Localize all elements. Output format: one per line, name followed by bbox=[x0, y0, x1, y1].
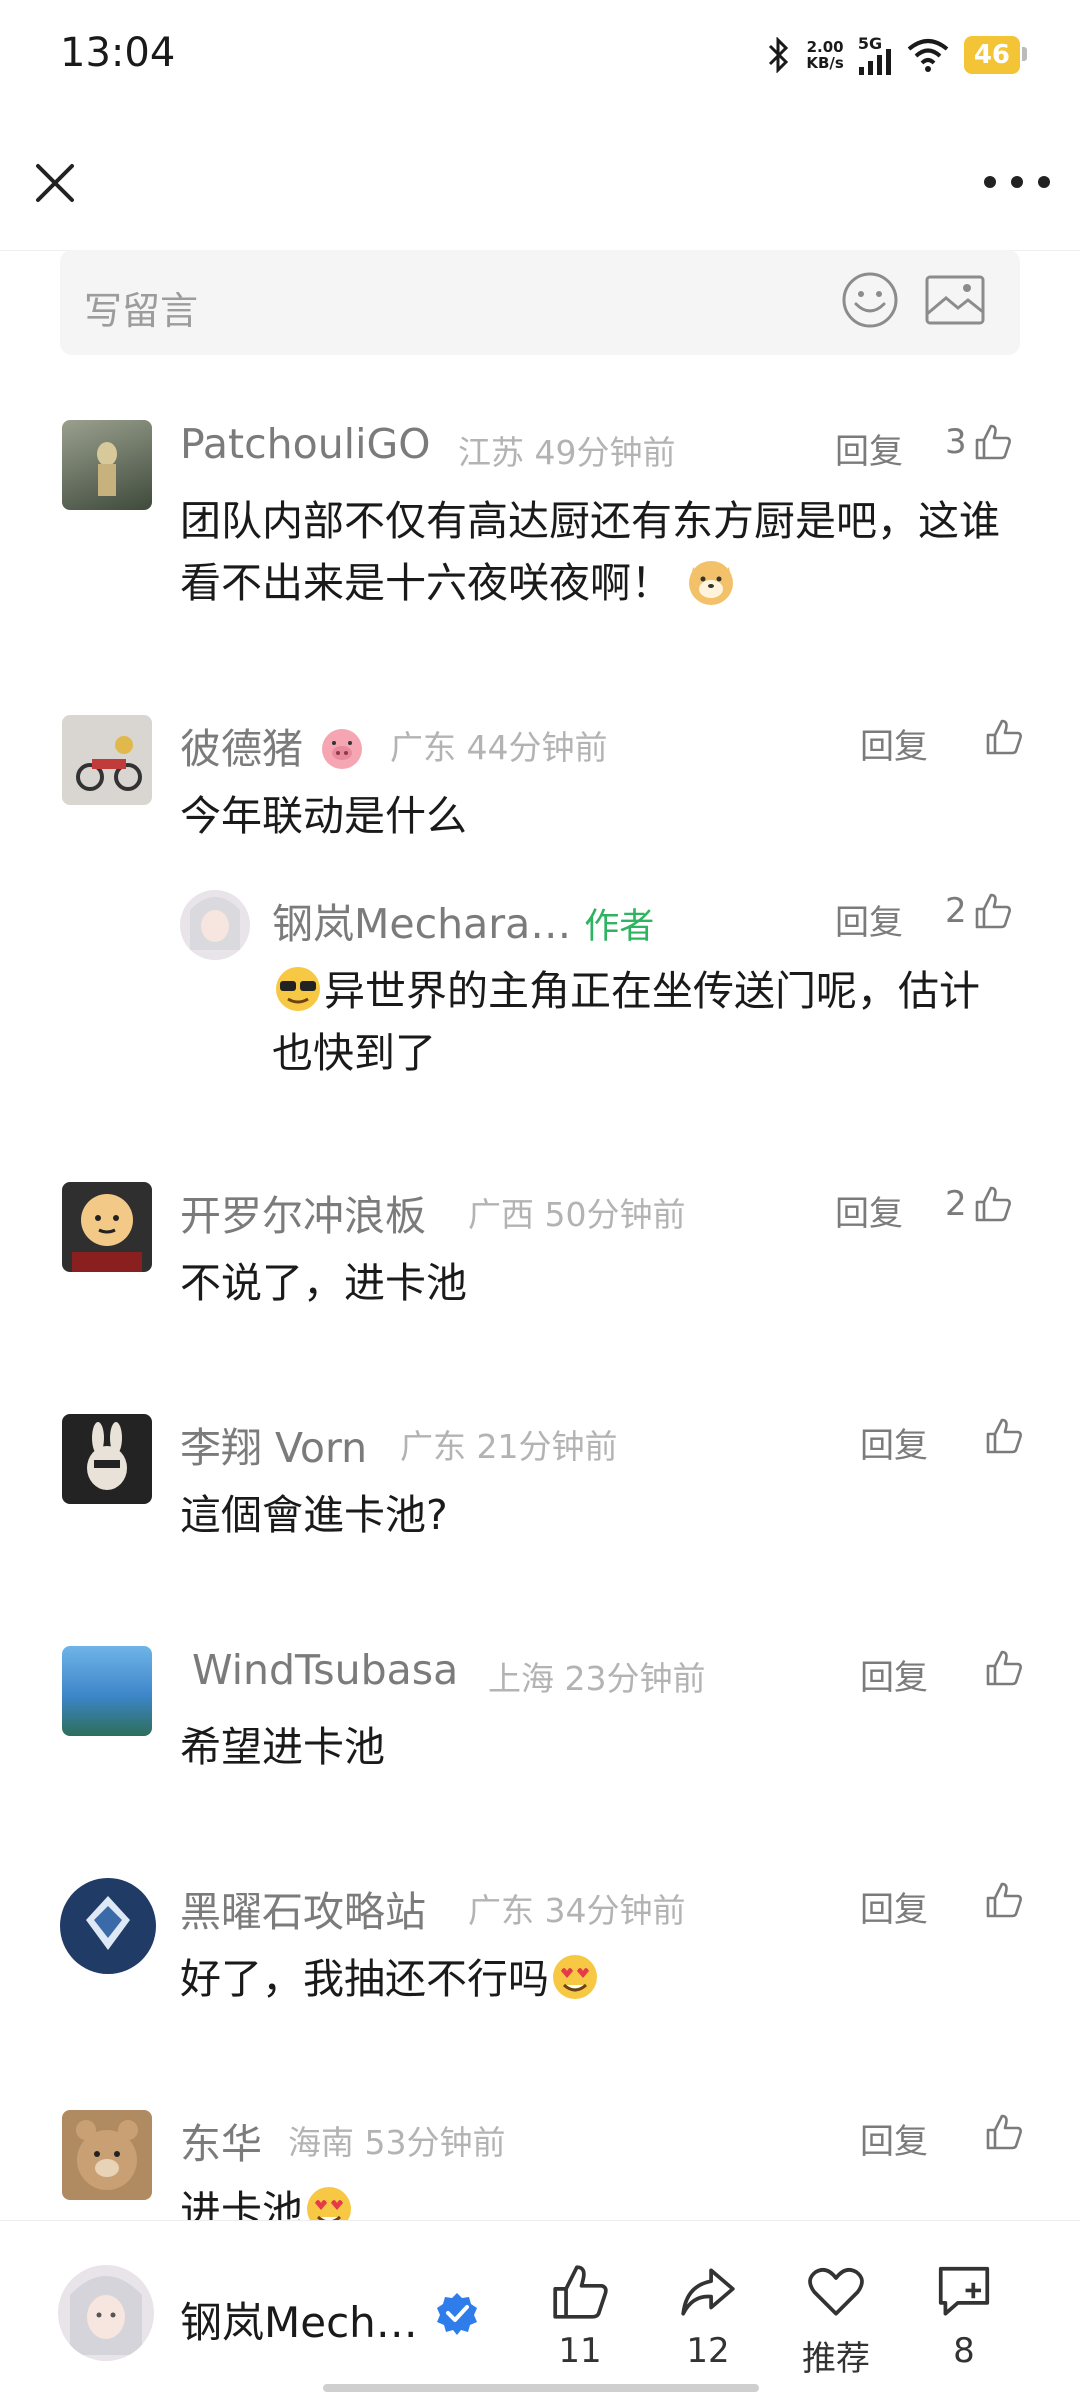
recommend-button[interactable]: 推荐 bbox=[786, 2261, 886, 2380]
like-button[interactable] bbox=[978, 717, 1024, 757]
comment-meta: 广西 50分钟前 bbox=[468, 1195, 686, 1234]
like-button[interactable] bbox=[978, 1648, 1024, 1688]
signal-icon bbox=[858, 49, 891, 75]
comment-count: 8 bbox=[953, 2331, 975, 2371]
thumb-up-icon bbox=[975, 1186, 1011, 1222]
commenter-name[interactable]: WindTsubasa bbox=[192, 1646, 458, 1694]
like-count: 11 bbox=[558, 2331, 602, 2371]
pig-emoji-icon bbox=[322, 729, 363, 769]
reply-button[interactable]: 回复 bbox=[860, 1650, 928, 1699]
reply-button[interactable]: 回复 bbox=[860, 719, 928, 768]
thumb-up-icon bbox=[975, 424, 1011, 460]
reply-name[interactable]: 钢岚Mechara… 作者 bbox=[272, 890, 654, 950]
reply-button[interactable]: 回复 bbox=[835, 895, 903, 944]
share-button[interactable]: 12 bbox=[658, 2261, 758, 2371]
status-bar: 13:04 2.00 KB/s 5G 46 bbox=[0, 0, 1080, 110]
like-button[interactable]: 2 bbox=[945, 891, 1013, 931]
share-count: 12 bbox=[686, 2331, 730, 2371]
emoji-icon[interactable] bbox=[840, 270, 900, 330]
like-count: 3 bbox=[945, 422, 967, 462]
reply-button[interactable]: 回复 bbox=[860, 1418, 928, 1467]
like-button[interactable] bbox=[978, 2112, 1024, 2152]
image-icon[interactable] bbox=[924, 274, 986, 326]
commenter-name[interactable]: 彼德猪 bbox=[180, 715, 368, 775]
like-count: 2 bbox=[945, 1184, 967, 1224]
author-tag: 作者 bbox=[584, 907, 655, 947]
avatar[interactable] bbox=[62, 1646, 152, 1736]
reply-text: 异世界的主角正在坐传送门呢，估计也快到了 bbox=[272, 960, 1012, 1084]
reply-button[interactable]: 回复 bbox=[835, 424, 903, 473]
comment-text: 好了，我抽还不行吗 bbox=[180, 1948, 1010, 2010]
top-nav bbox=[0, 110, 1080, 251]
like-button[interactable] bbox=[978, 1416, 1024, 1456]
comment-input[interactable]: 写留言 bbox=[60, 250, 1020, 355]
reply-button[interactable]: 回复 bbox=[860, 2114, 928, 2163]
comment-meta: 海南 53分钟前 bbox=[288, 2123, 506, 2162]
wifi-icon bbox=[907, 38, 949, 72]
home-indicator[interactable] bbox=[323, 2384, 759, 2392]
share-icon bbox=[681, 2268, 735, 2316]
like-button[interactable]: 3 bbox=[945, 422, 1013, 462]
avatar[interactable] bbox=[62, 1414, 152, 1504]
comment-meta: 上海 23分钟前 bbox=[488, 1659, 706, 1698]
verified-badge-icon bbox=[437, 2293, 477, 2335]
thumb-up-icon bbox=[986, 719, 1022, 755]
commenter-name[interactable]: 黑曜石攻略站 bbox=[180, 1878, 426, 1938]
thumb-up-icon bbox=[986, 1650, 1022, 1686]
comment-text: 不说了，进卡池 bbox=[180, 1259, 467, 1307]
thumb-up-icon bbox=[986, 1418, 1022, 1454]
avatar[interactable] bbox=[62, 1182, 152, 1272]
commenter-name[interactable]: PatchouliGO bbox=[180, 420, 431, 468]
more-icon[interactable] bbox=[984, 172, 1050, 192]
sunglasses-emoji-icon bbox=[276, 967, 320, 1011]
comment-button[interactable]: 8 bbox=[914, 2261, 1014, 2371]
thumb-up-icon bbox=[975, 893, 1011, 929]
reply-button[interactable]: 回复 bbox=[860, 1882, 928, 1931]
avatar[interactable] bbox=[62, 2110, 152, 2200]
commenter-name[interactable]: 开罗尔冲浪板 bbox=[180, 1182, 426, 1242]
comment-meta: 广东 21分钟前 bbox=[400, 1427, 618, 1466]
comment-meta: 广东 44分钟前 bbox=[390, 728, 608, 767]
heart-eyes-emoji-icon bbox=[553, 1955, 597, 1999]
commenter-name[interactable]: 李翔 Vorn bbox=[180, 1414, 367, 1474]
comment-placeholder: 写留言 bbox=[84, 289, 199, 333]
thumb-up-icon bbox=[986, 2114, 1022, 2150]
avatar[interactable] bbox=[62, 715, 152, 805]
like-count: 2 bbox=[945, 891, 967, 931]
status-time: 13:04 bbox=[60, 30, 176, 76]
thumb-up-icon bbox=[553, 2265, 608, 2319]
add-comment-icon bbox=[938, 2266, 990, 2316]
comment-text: 希望进卡池 bbox=[180, 1723, 385, 1771]
author-avatar[interactable] bbox=[58, 2265, 154, 2361]
comment-meta: 江苏 49分钟前 bbox=[458, 433, 676, 472]
like-button[interactable] bbox=[978, 1880, 1024, 1920]
recommend-label: 推荐 bbox=[802, 2339, 870, 2379]
avatar[interactable] bbox=[60, 1878, 156, 1974]
reply-button[interactable]: 回复 bbox=[835, 1186, 903, 1235]
avatar[interactable] bbox=[62, 420, 152, 510]
net-speed-value: 2.00 bbox=[806, 37, 844, 56]
battery-icon: 46 bbox=[963, 35, 1028, 74]
bottom-action-bar: 钢岚Mech… 11 12 推荐 8 bbox=[0, 2220, 1080, 2401]
author-name[interactable]: 钢岚Mech… bbox=[180, 2289, 418, 2350]
status-icons: 2.00 KB/s 5G 46 bbox=[766, 34, 1028, 75]
comment-text: 团队内部不仅有高达厨还有东方厨是吧，这谁看不出来是十六夜咲夜啊！ bbox=[180, 497, 1000, 607]
comment-text: 今年联动是什么 bbox=[180, 792, 467, 840]
heart-icon bbox=[808, 2267, 864, 2316]
commenter-name[interactable]: 东华 bbox=[180, 2110, 262, 2170]
bluetooth-icon bbox=[769, 36, 789, 73]
net-speed-unit: KB/s bbox=[806, 53, 844, 72]
close-icon[interactable] bbox=[30, 158, 80, 208]
comment-meta: 广东 34分钟前 bbox=[468, 1891, 686, 1930]
like-article-button[interactable]: 11 bbox=[530, 2261, 630, 2371]
like-button[interactable]: 2 bbox=[945, 1184, 1013, 1224]
doge-emoji-icon bbox=[689, 561, 734, 605]
net-speed: 2.00 KB/s bbox=[806, 39, 843, 71]
signal-block: 5G bbox=[858, 34, 892, 75]
thumb-up-icon bbox=[986, 1882, 1022, 1918]
comment-text: 這個會進卡池? bbox=[180, 1491, 448, 1539]
avatar[interactable] bbox=[180, 890, 250, 960]
